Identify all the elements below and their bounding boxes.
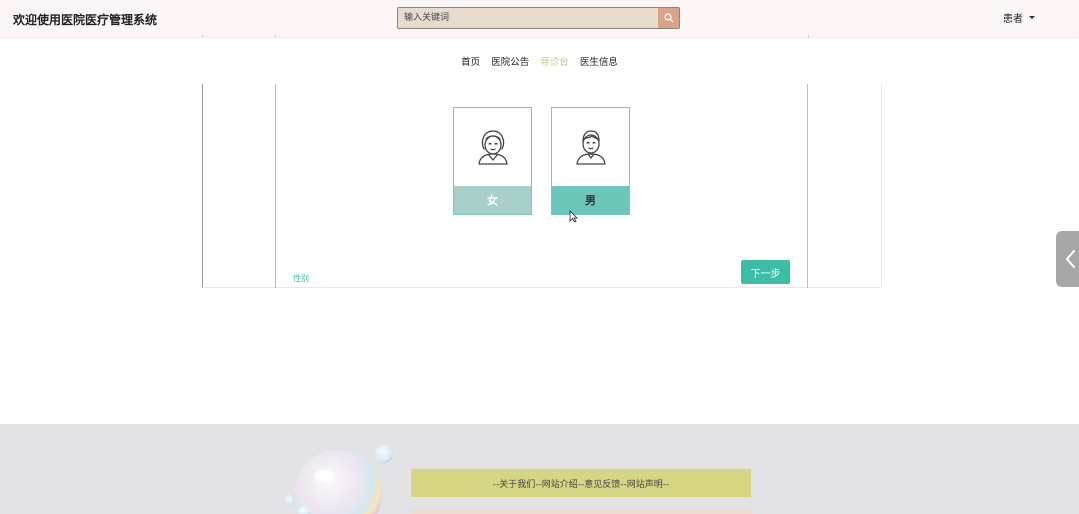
main-nav: 首页 医院公告 导诊台 医生信息 bbox=[0, 54, 1079, 68]
next-button[interactable]: 下一步 bbox=[741, 260, 790, 284]
side-panel-toggle[interactable] bbox=[1056, 231, 1079, 287]
nav-item-home[interactable]: 首页 bbox=[461, 54, 480, 68]
gender-option-label: 男 bbox=[552, 186, 629, 214]
step-label: 性别 bbox=[293, 274, 309, 283]
footer-strip bbox=[411, 509, 751, 514]
triage-panel bbox=[275, 84, 808, 288]
divider bbox=[202, 35, 203, 38]
top-bar: 欢迎使用医院医疗管理系统 患者 bbox=[0, 0, 1079, 38]
search-button[interactable] bbox=[658, 8, 679, 28]
gender-option-male[interactable]: 男 bbox=[551, 107, 630, 215]
search-input[interactable] bbox=[398, 8, 659, 28]
divider bbox=[808, 35, 809, 38]
nav-item-doctors[interactable]: 医生信息 bbox=[580, 54, 618, 68]
search-box bbox=[397, 7, 680, 29]
female-avatar-icon bbox=[477, 130, 508, 165]
footer-links[interactable]: --关于我们--网站介绍--意见反馈--网站声明-- bbox=[411, 469, 751, 497]
avatar bbox=[454, 108, 531, 186]
user-menu-label: 患者 bbox=[1003, 14, 1023, 25]
mouse-cursor-icon bbox=[569, 210, 578, 223]
gender-option-label: 女 bbox=[454, 186, 531, 214]
chevron-down-icon bbox=[1029, 16, 1035, 19]
user-menu[interactable]: 患者 bbox=[1003, 10, 1035, 25]
avatar bbox=[552, 108, 629, 186]
bubble-decoration bbox=[285, 445, 393, 514]
nav-item-triage[interactable]: 导诊台 bbox=[540, 54, 569, 68]
app-title: 欢迎使用医院医疗管理系统 bbox=[13, 13, 158, 27]
nav-item-announcements[interactable]: 医院公告 bbox=[491, 54, 529, 68]
male-avatar-icon bbox=[575, 130, 606, 165]
chevron-left-icon bbox=[1065, 250, 1075, 268]
gender-option-female[interactable]: 女 bbox=[453, 107, 532, 215]
divider bbox=[275, 35, 276, 38]
search-icon bbox=[663, 13, 673, 23]
